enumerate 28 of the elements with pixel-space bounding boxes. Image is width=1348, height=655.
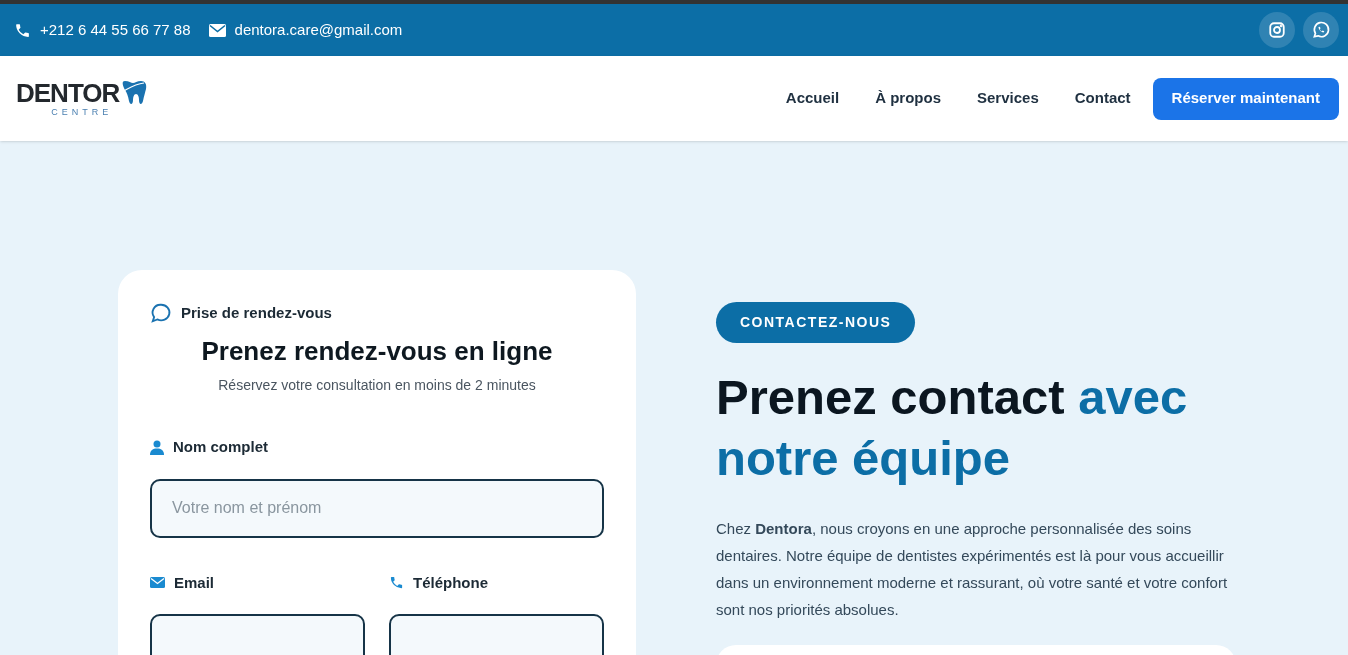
- section-badge: CONTACTEZ-NOUS: [716, 302, 916, 343]
- whatsapp-icon[interactable]: [1303, 12, 1339, 48]
- field-label: Email: [174, 572, 215, 593]
- nav-link[interactable]: À propos: [875, 87, 941, 110]
- chat-bubble-icon: [150, 302, 172, 325]
- tooth-icon: [119, 80, 148, 106]
- card-title: Prenez rendez-vous en ligne: [200, 334, 554, 367]
- email-address: dentora.care@gmail.com: [234, 19, 403, 40]
- contact-paragraph: Chez Dentora, nous croyons en une approche personnalisée des soins dentaires. Notre équipe de dentistes expérimentés est là pour vous accueillir dans un environnement moderne et rassurant, où votre santé et votre confort sont nos priorités absolues.: [716, 519, 1229, 620]
- phone-icon: [389, 575, 404, 591]
- card-subtitle: Réservez votre consultation en moins de 2 minutes: [217, 376, 537, 395]
- mail-icon: [208, 23, 226, 37]
- field-label: Téléphone: [413, 572, 488, 593]
- card-eyebrow: Prise de rendez-vous: [181, 303, 332, 323]
- mail-icon: [150, 577, 165, 589]
- logo-subtitle: CENTRE: [51, 108, 113, 117]
- nav-link[interactable]: Services: [977, 87, 1039, 110]
- field-label: Nom complet: [173, 437, 268, 457]
- book-now-button[interactable]: Réserver maintenant: [1152, 77, 1339, 120]
- phone-number: +212 6 44 55 66 77 88: [40, 19, 191, 40]
- input-field[interactable]: Votre nom et prénom: [150, 478, 604, 538]
- phone-icon: [14, 21, 31, 39]
- contact-heading: Prenez contact avec notre équipe: [716, 369, 1189, 487]
- nav-link[interactable]: Accueil: [785, 87, 840, 110]
- nav-link[interactable]: Contact: [1074, 87, 1131, 110]
- logo-wordmark: DENTOR: [16, 80, 120, 106]
- person-icon: [150, 439, 164, 455]
- instagram-icon[interactable]: [1259, 12, 1295, 48]
